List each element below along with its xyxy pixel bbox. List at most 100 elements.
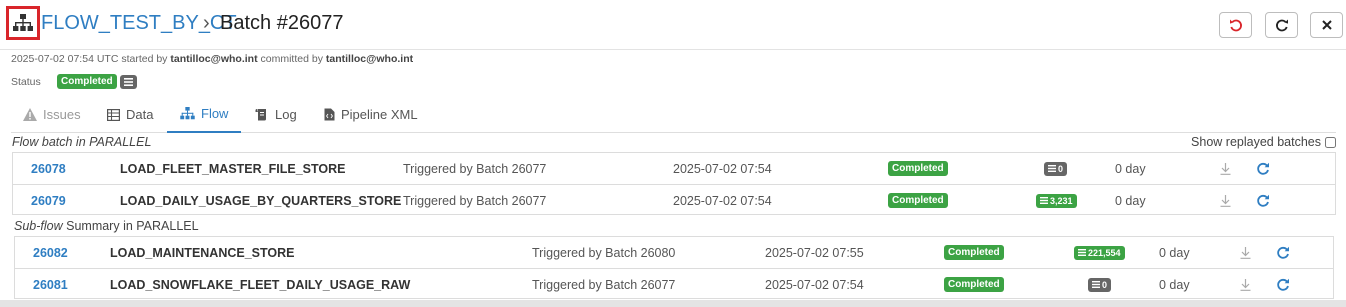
subflow-table: 26082 LOAD_MAINTENANCE_STORE Triggered b… xyxy=(14,236,1334,299)
list-icon[interactable] xyxy=(119,74,137,89)
batch-name: LOAD_DAILY_USAGE_BY_QUARTERS_STORE xyxy=(120,193,402,208)
committed-by-text: committed by xyxy=(260,53,323,65)
redo-icon xyxy=(1275,19,1288,32)
scroll-icon xyxy=(255,109,266,121)
status-badge: Completed xyxy=(944,245,1004,260)
tab-issues[interactable]: Issues xyxy=(23,96,81,133)
count-badge[interactable]: 0 xyxy=(1044,161,1068,176)
status-badge: Completed xyxy=(888,161,948,176)
download-icon[interactable] xyxy=(1220,153,1231,184)
count-value: 0 xyxy=(1102,279,1108,290)
starter-user: tantilloc@who.int xyxy=(170,53,258,65)
undo-icon xyxy=(1229,19,1242,32)
duration: 0 day xyxy=(1115,193,1146,208)
trigger-text: Triggered by Batch 26077 xyxy=(403,193,547,208)
batch-id-cell: 26078 xyxy=(31,153,66,184)
table-row: 26082 LOAD_MAINTENANCE_STORE Triggered b… xyxy=(15,237,1333,268)
count-value: 0 xyxy=(1058,163,1064,174)
batch-time: 2025-07-02 07:54 xyxy=(673,161,772,176)
count-badge[interactable]: 0 xyxy=(1088,277,1112,292)
batch-name: LOAD_MAINTENANCE_STORE xyxy=(110,245,295,260)
status-badge: Completed xyxy=(888,193,948,208)
rerun-icon[interactable] xyxy=(1276,269,1290,300)
status-cell: Completed xyxy=(888,185,948,216)
batch-id-link[interactable]: 26082 xyxy=(33,246,68,260)
tab-log[interactable]: Log xyxy=(255,96,297,133)
flow-section-title-italic: Flow batch in PARALLEL xyxy=(12,135,152,149)
table-row: 26079 LOAD_DAILY_USAGE_BY_QUARTERS_STORE… xyxy=(13,184,1335,215)
batch-time: 2025-07-02 07:54 xyxy=(765,277,864,292)
status-badge: Completed xyxy=(944,277,1004,292)
download-icon[interactable] xyxy=(1240,269,1251,300)
batch-id-cell: 26081 xyxy=(33,269,68,300)
batch-id-link[interactable]: 26078 xyxy=(31,162,66,176)
table-row: 26078 LOAD_FLEET_MASTER_FILE_STORE Trigg… xyxy=(13,153,1335,184)
show-replayed-toggle[interactable]: Show replayed batches xyxy=(1191,135,1336,149)
sitemap-icon xyxy=(180,107,195,120)
list-icon xyxy=(1092,281,1100,288)
committer-user: tantilloc@who.int xyxy=(325,53,414,65)
close-icon xyxy=(1321,20,1332,30)
show-replayed-checkbox[interactable] xyxy=(1325,136,1336,148)
count-cell: 3,231 xyxy=(1036,185,1077,216)
download-icon[interactable] xyxy=(1220,185,1231,216)
list-icon xyxy=(1048,165,1056,172)
table-row: 26081 LOAD_SNOWFLAKE_FLEET_DAILY_USAGE_R… xyxy=(15,268,1333,299)
trigger-text: Triggered by Batch 26077 xyxy=(532,277,676,292)
batch-meta: 2025-07-02 07:54 UTC started by tantillo… xyxy=(11,53,413,65)
horizontal-scrollbar[interactable] xyxy=(0,300,1346,307)
list-icon xyxy=(1078,249,1086,256)
sitemap-icon[interactable] xyxy=(6,6,40,40)
duration: 0 day xyxy=(1159,277,1190,292)
count-cell: 0 xyxy=(1088,269,1112,300)
count-badge[interactable]: 221,554 xyxy=(1074,245,1125,260)
tab-issues-label: Issues xyxy=(43,107,81,122)
batch-time: 2025-07-02 07:55 xyxy=(765,245,864,260)
trigger-text: Triggered by Batch 26080 xyxy=(532,245,676,260)
subflow-section-title: Sub-flow Summary in PARALLEL xyxy=(14,219,199,233)
status-cell: Completed xyxy=(944,237,1004,268)
rerun-icon[interactable] xyxy=(1256,153,1270,184)
batch-name: LOAD_FLEET_MASTER_FILE_STORE xyxy=(120,161,346,176)
batch-id-link[interactable]: 26079 xyxy=(31,194,66,208)
duration: 0 day xyxy=(1115,161,1146,176)
batch-name: LOAD_SNOWFLAKE_FLEET_DAILY_USAGE_RAW xyxy=(110,277,411,292)
batch-time: 2025-07-02 07:54 xyxy=(673,193,772,208)
warning-icon xyxy=(23,108,37,121)
tab-pipeline-xml-label: Pipeline XML xyxy=(341,107,418,122)
code-file-icon xyxy=(324,108,335,121)
redo-button[interactable] xyxy=(1265,12,1298,38)
close-button[interactable] xyxy=(1310,12,1343,38)
download-icon[interactable] xyxy=(1240,237,1251,268)
page-title: Batch #26077 xyxy=(220,12,344,34)
list-icon xyxy=(1040,197,1048,204)
undo-button[interactable] xyxy=(1219,12,1252,38)
start-date: 2025-07-02 07:54 xyxy=(11,53,94,65)
tab-data[interactable]: Data xyxy=(107,96,153,133)
trigger-text: Triggered by Batch 26077 xyxy=(403,161,547,176)
tab-log-label: Log xyxy=(275,107,297,122)
count-cell: 221,554 xyxy=(1074,237,1125,268)
count-value: 3,231 xyxy=(1050,195,1073,206)
status-label: Status xyxy=(11,75,41,88)
page-header: FLOW_TEST_BY_CT › Batch #26077 xyxy=(0,0,1346,50)
subflow-section-title-rest: Summary in PARALLEL xyxy=(62,219,199,233)
rerun-icon[interactable] xyxy=(1256,185,1270,216)
batch-id-cell: 26082 xyxy=(33,237,68,268)
tab-flow-label: Flow xyxy=(201,106,229,121)
rerun-icon[interactable] xyxy=(1276,237,1290,268)
table-icon xyxy=(107,108,120,121)
subflow-section-title-italic: Sub-flow xyxy=(14,219,63,233)
count-badge[interactable]: 3,231 xyxy=(1036,193,1077,208)
tab-pipeline-xml[interactable]: Pipeline XML xyxy=(324,96,418,133)
breadcrumb-separator: › xyxy=(203,12,210,34)
tab-flow[interactable]: Flow xyxy=(167,96,242,133)
tab-bar: Issues Data Flow Log Pipeline XML xyxy=(11,96,1336,133)
count-cell: 0 xyxy=(1044,153,1068,184)
status-cell: Completed xyxy=(944,269,1004,300)
status-row: Status Completed xyxy=(11,74,137,89)
flow-table: 26078 LOAD_FLEET_MASTER_FILE_STORE Trigg… xyxy=(12,152,1336,215)
show-replayed-label: Show replayed batches xyxy=(1191,135,1321,149)
batch-id-link[interactable]: 26081 xyxy=(33,278,68,292)
status-badge: Completed xyxy=(57,74,117,89)
